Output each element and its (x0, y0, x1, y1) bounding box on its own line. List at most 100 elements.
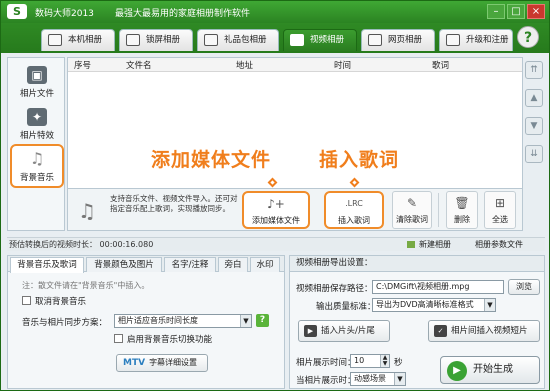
chevron-down-icon: ▼ (484, 299, 495, 311)
tab-web-album[interactable]: 网页相册 (361, 29, 435, 51)
tab-lockscreen-album[interactable]: 锁屏相册 (119, 29, 193, 51)
tab-label: 本机相册 (68, 35, 103, 45)
tab-video-album[interactable]: 视频相册 (283, 29, 357, 51)
help-icon[interactable]: ? (517, 26, 539, 48)
film-icon (290, 34, 304, 46)
chevron-down-icon: ▼ (394, 373, 405, 385)
estimate-text: 预估转换后的视频时长： 00:00:16.080 (9, 238, 153, 251)
monitor-icon (48, 34, 62, 46)
gift-icon (204, 34, 218, 46)
transition-value: 动感场景 (354, 374, 386, 383)
effects-icon: ✦ (27, 108, 47, 126)
browse-button[interactable]: 浏览 (508, 279, 540, 295)
move-bottom-icon[interactable]: ⇊ (525, 145, 543, 163)
insert-intro-outro-label: 插入片头/片尾 (321, 326, 375, 336)
export-settings-panel: 视频相册导出设置： 视频相册保存路径： C:\DMGift\视频相册.mpg 浏… (289, 255, 545, 389)
title-bar: S 数码大师2013 最强大最易用的家庭相册制作软件 – □ × (1, 1, 549, 23)
insert-lyrics-label: 插入歌词 (338, 216, 370, 225)
add-music-icon: ♪+ (267, 197, 285, 211)
help-question-icon[interactable]: ? (256, 314, 269, 327)
globe-icon (368, 34, 382, 46)
select-all-label: 全选 (492, 215, 508, 224)
column-header-lyrics: 歌词 (432, 61, 450, 71)
subtab-name-notes[interactable]: 名字/注释 (164, 257, 216, 272)
subtab-bg-color-image[interactable]: 背景颜色及图片 (86, 257, 162, 272)
status-bar: 预估转换后的视频时长： 00:00:16.080 新建相册 相册参数文件 (7, 237, 545, 251)
select-all-button[interactable]: ⊞ 全选 (484, 191, 516, 229)
select-all-icon: ⊞ (494, 196, 506, 210)
subtab-watermark[interactable]: 水印 (250, 257, 280, 272)
sync-scheme-label: 音乐与相片同步方案： (22, 318, 108, 328)
export-settings-title: 视频相册导出设置： (290, 256, 544, 272)
app-logo-icon: S (7, 4, 27, 19)
enable-music-switch-label: 启用背景音乐切换功能 (127, 335, 213, 345)
trash-icon: 🗑 (454, 196, 470, 210)
music-note-text: 注：散文件请在"背景音乐"中插入。 (22, 281, 150, 290)
album-params-button[interactable]: 相册参数文件 (475, 238, 523, 251)
music-note-icon: ♫ (27, 150, 47, 168)
sidebar-item-label: 相片文件 (19, 89, 54, 99)
toolbar-divider (438, 193, 439, 227)
main-tab-bar: 本机相册 锁屏相册 礼品包相册 视频相册 网页相册 升级和注册 ? (1, 23, 549, 53)
mtv-icon: MTV (123, 358, 146, 368)
cancel-bg-music-checkbox[interactable] (22, 296, 31, 305)
tab-upgrade-register[interactable]: 升级和注册 (439, 29, 513, 51)
app-window: S 数码大师2013 最强大最易用的家庭相册制作软件 – □ × 本机相册 锁屏… (0, 0, 550, 391)
subtab-narration[interactable]: 旁白 (218, 257, 248, 272)
estimate-value: 00:00:16.080 (99, 240, 154, 249)
mtv-subtitle-settings-button[interactable]: MTV 字幕详细设置 (116, 354, 208, 372)
add-media-label: 添加媒体文件 (252, 216, 300, 225)
move-top-icon[interactable]: ⇈ (525, 61, 543, 79)
add-media-button[interactable]: ♪+ 添加媒体文件 (242, 191, 310, 229)
display-duration-value: 10 (354, 356, 365, 365)
sync-scheme-value: 相片适应音乐时间长度 (118, 316, 198, 325)
mtv-label: 字幕详细设置 (149, 358, 198, 367)
display-duration-stepper[interactable]: 10 ▲ ▼ (350, 354, 390, 368)
play-go-icon: ▶ (447, 361, 467, 381)
subtab-bg-music-lyrics[interactable]: 背景音乐及歌词 (10, 257, 84, 273)
lrc-icon: .LRC (345, 199, 363, 208)
quality-select[interactable]: 导出为DVD高清晰标准格式 ▼ (372, 298, 496, 312)
left-sidebar: ▣ 相片文件 ✦ 相片特效 ♫ 背景音乐 (7, 57, 65, 231)
column-header-path: 地址 (236, 61, 254, 71)
save-path-input[interactable]: C:\DMGift\视频相册.mpg (372, 280, 504, 294)
table-header: 序号 文件名 地址 时间 歌词 (68, 58, 522, 72)
cancel-bg-music-label: 取消背景音乐 (35, 297, 87, 307)
screen-icon (126, 34, 140, 46)
sync-scheme-select[interactable]: 相片适应音乐时间长度 ▼ (114, 314, 252, 328)
delete-button[interactable]: 🗑 删除 (446, 191, 478, 229)
enable-music-switch-checkbox[interactable] (114, 334, 123, 343)
order-buttons: ⇈ ▲ ▼ ⇊ (523, 57, 545, 231)
tab-gift-album[interactable]: 礼品包相册 (197, 29, 279, 51)
sidebar-item-photo-effects[interactable]: ✦ 相片特效 (10, 104, 64, 146)
start-generate-button[interactable]: ▶ 开始生成 (440, 356, 540, 384)
save-path-label: 视频相册保存路径： (296, 284, 373, 294)
move-up-icon[interactable]: ▲ (525, 89, 543, 107)
move-down-icon[interactable]: ▼ (525, 117, 543, 135)
close-button[interactable]: × (527, 4, 545, 19)
sidebar-item-label: 背景音乐 (19, 173, 54, 183)
music-settings-tabs: 背景音乐及歌词 背景颜色及图片 名字/注释 旁白 水印 (8, 256, 284, 273)
tab-local-album[interactable]: 本机相册 (41, 29, 115, 51)
video-clip-icon: ▶ (304, 325, 317, 337)
insert-lyrics-button[interactable]: .LRC 插入歌词 (324, 191, 384, 229)
insert-video-between-photos-button[interactable]: ✓ 相片间插入视频短片 (428, 320, 540, 342)
toolbar-tip: 支持音乐文件、视频文件导入。还可对指定音乐配上歌词，实现播放同步。 (110, 194, 238, 213)
insert-intro-outro-button[interactable]: ▶ 插入片头/片尾 (298, 320, 390, 342)
app-title: 数码大师2013 (35, 9, 94, 19)
sidebar-item-photo-files[interactable]: ▣ 相片文件 (10, 62, 64, 104)
sidebar-item-background-music[interactable]: ♫ 背景音乐 (10, 144, 64, 188)
photo-video-icon: ✓ (434, 325, 447, 337)
column-header-index: 序号 (74, 61, 92, 71)
clear-lyrics-button[interactable]: ✎ 清除歌词 (392, 191, 432, 229)
minimize-button[interactable]: – (487, 4, 505, 19)
transition-select[interactable]: 动感场景 ▼ (350, 372, 406, 386)
estimate-label: 预估转换后的视频时长： (9, 240, 97, 249)
quality-label: 输出质量标准： (316, 302, 376, 312)
transition-label: 当相片展示时： (296, 376, 356, 386)
tab-label: 礼品包相册 (224, 35, 267, 45)
maximize-button[interactable]: □ (507, 4, 525, 19)
music-list-table[interactable]: 序号 文件名 地址 时间 歌词 (67, 57, 523, 189)
music-toolbar: ♫ 支持音乐文件、视频文件导入。还可对指定音乐配上歌词，实现播放同步。 ♪+ 添… (67, 189, 523, 231)
new-album-button[interactable]: 新建相册 (407, 238, 451, 251)
